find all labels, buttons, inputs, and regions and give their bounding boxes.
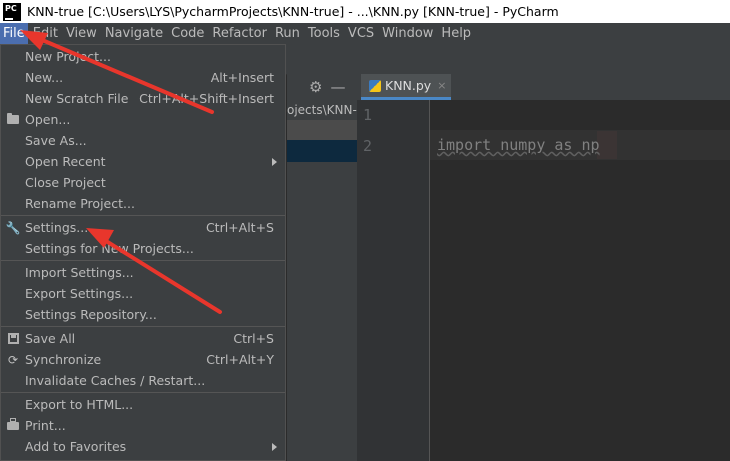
menu-item-export-settings[interactable]: Export Settings... [1, 283, 285, 304]
menu-item-shortcut: Ctrl+S [233, 331, 274, 346]
logo-text: PC [5, 3, 17, 13]
menu-item-rename-project[interactable]: Rename Project... [1, 193, 285, 214]
menu-item-new[interactable]: New... Alt+Insert [1, 67, 285, 88]
menu-item-label: Import Settings... [25, 265, 134, 280]
menu-item-invalidate-caches[interactable]: Invalidate Caches / Restart... [1, 370, 285, 391]
menu-item-new-scratch-file[interactable]: New Scratch File Ctrl+Alt+Shift+Insert [1, 88, 285, 109]
menu-file[interactable]: File [0, 23, 28, 44]
menu-item-settings-new-projects[interactable]: Settings for New Projects... [1, 238, 285, 259]
tab-knn-py[interactable]: KNN.py × [361, 74, 451, 100]
menu-item-shortcut: Alt+Insert [210, 70, 274, 85]
sync-icon: ⟳ [7, 352, 19, 367]
menu-item-label: Export to HTML... [25, 397, 134, 412]
menu-item-settings-repository[interactable]: Settings Repository... [1, 304, 285, 325]
symbol-highlight [597, 131, 617, 159]
menu-item-label: Open... [25, 112, 71, 127]
menu-run[interactable]: Run [272, 23, 303, 44]
menu-item-label: Rename Project... [25, 196, 135, 211]
wrench-icon: 🔧 [5, 220, 21, 235]
submenu-arrow-icon [272, 157, 277, 166]
menu-item-label: New Scratch File [25, 91, 129, 106]
menu-item-label: Settings for New Projects... [25, 241, 194, 256]
tree-row-selected[interactable] [287, 140, 357, 162]
menu-item-settings[interactable]: 🔧 Settings... Ctrl+Alt+S [1, 217, 285, 238]
menu-item-label: Open Recent [25, 154, 106, 169]
menu-item-label: Add to Favorites [25, 439, 127, 454]
menu-view[interactable]: View [63, 23, 100, 44]
submenu-arrow-icon [272, 442, 277, 451]
menu-tools[interactable]: Tools [305, 23, 343, 44]
menu-separator [1, 215, 285, 216]
editor-tab-bar: KNN.py × [357, 74, 730, 100]
menu-navigate[interactable]: Navigate [102, 23, 166, 44]
menu-item-save-as[interactable]: Save As... [1, 130, 285, 151]
menu-separator [1, 392, 285, 393]
menu-item-label: Save All [25, 331, 76, 346]
menu-item-synchronize[interactable]: ⟳ Synchronize Ctrl+Alt+Y [1, 349, 285, 370]
menu-refactor[interactable]: Refactor [209, 23, 270, 44]
menu-item-shortcut: Ctrl+Alt+Y [206, 352, 274, 367]
menu-item-print[interactable]: Print... [1, 415, 285, 436]
menu-item-label: Close Project [25, 175, 106, 190]
window-title: KNN-true [C:\Users\LYS\PycharmProjects\K… [27, 4, 559, 19]
code-line[interactable]: import numpy as np [437, 136, 600, 154]
tab-label: KNN.py [385, 78, 432, 93]
menu-item-new-project[interactable]: New Project... [1, 46, 285, 67]
menu-item-close-project[interactable]: Close Project [1, 172, 285, 193]
project-path[interactable]: ojects\KNN-true [287, 100, 357, 120]
print-icon [6, 417, 20, 433]
menu-item-import-settings[interactable]: Import Settings... [1, 262, 285, 283]
window-title-bar: PC KNN-true [C:\Users\LYS\PycharmProject… [0, 0, 730, 23]
menu-separator [1, 326, 285, 327]
menu-vcs[interactable]: VCS [345, 23, 377, 44]
code-editor[interactable]: 1 2 import numpy as np [357, 100, 730, 461]
menu-item-label: Export Settings... [25, 286, 134, 301]
folder-icon [6, 113, 20, 127]
menu-item-shortcut: Ctrl+Alt+S [205, 220, 274, 235]
menu-item-label: Invalidate Caches / Restart... [25, 373, 206, 388]
menu-item-add-to-favorites[interactable]: Add to Favorites [1, 436, 285, 457]
minus-icon[interactable]: — [330, 78, 345, 96]
gear-icon[interactable]: ⚙ [309, 78, 322, 96]
menu-item-label: Save As... [25, 133, 87, 148]
pycharm-logo-icon: PC [3, 2, 21, 21]
menu-code[interactable]: Code [168, 23, 207, 44]
menu-help[interactable]: Help [438, 23, 474, 44]
close-icon[interactable]: × [437, 79, 446, 92]
project-panel: ojects\KNN-true [287, 100, 357, 461]
file-menu-dropdown: New Project... New... Alt+Insert New Scr… [0, 44, 286, 461]
menu-item-label: Settings Repository... [25, 307, 157, 322]
menu-item-label: Print... [25, 418, 66, 433]
line-number: 1 [363, 106, 373, 124]
menu-item-export-html[interactable]: Export to HTML... [1, 394, 285, 415]
menu-item-label: New Project... [25, 49, 111, 64]
menu-item-save-all[interactable]: Save All Ctrl+S [1, 328, 285, 349]
menu-item-label: Synchronize [25, 352, 102, 367]
line-gutter: 1 2 [357, 100, 430, 461]
menu-item-open[interactable]: Open... [1, 109, 285, 130]
menu-item-open-recent[interactable]: Open Recent [1, 151, 285, 172]
menu-bar: File Edit View Navigate Code Refactor Ru… [0, 23, 730, 44]
menu-window[interactable]: Window [379, 23, 436, 44]
save-icon [6, 332, 20, 346]
project-panel-header: ⚙ — [287, 74, 357, 100]
menu-item-shortcut: Ctrl+Alt+Shift+Insert [139, 91, 274, 106]
tree-row[interactable] [287, 120, 357, 140]
menu-edit[interactable]: Edit [30, 23, 61, 44]
menu-item-label: New... [25, 70, 64, 85]
python-file-icon [369, 79, 381, 92]
menu-separator [1, 260, 285, 261]
line-number: 2 [363, 137, 373, 155]
menu-item-label: Settings... [25, 220, 89, 235]
